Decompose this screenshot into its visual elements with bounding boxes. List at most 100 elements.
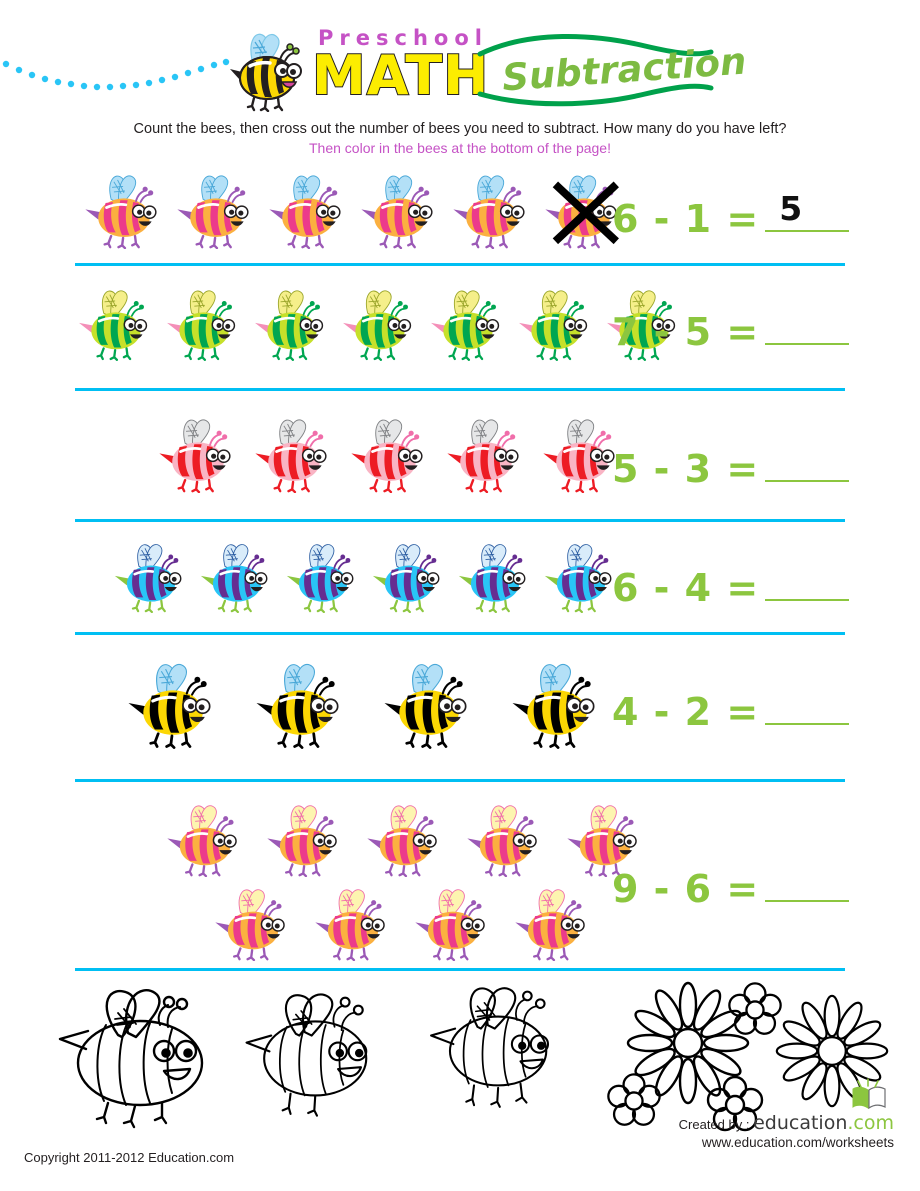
bee-icon [361,175,433,249]
brand-name: education [753,1112,848,1134]
bee-icon [256,663,339,749]
bee-line [120,655,680,754]
equation-text: 9 - 6 = [612,867,760,911]
row-divider [75,519,845,522]
bee[interactable] [248,412,340,498]
bee-icon [431,290,500,361]
answer-blank[interactable]: 5 [765,189,850,232]
bee[interactable] [366,537,452,618]
bee-logo-icon [230,33,302,112]
bee-group [108,537,668,618]
credit-block: Created by : education.com www.education… [679,1078,894,1150]
bee[interactable] [336,283,424,366]
coloring-section [0,975,920,1135]
bee-icon [453,175,525,249]
bee-icon [159,419,231,493]
bee-icon [384,663,467,749]
bee[interactable] [72,283,160,366]
open-book-logo-icon [852,1078,886,1110]
bee[interactable] [160,798,250,882]
bee[interactable] [260,798,350,882]
row-divider [75,779,845,782]
answer-blank[interactable] [765,440,850,482]
equation: 4 - 2 = [612,683,912,734]
answer-blank[interactable] [765,860,850,902]
bee-icon [351,419,423,493]
bee[interactable] [376,655,482,754]
bee-icon [79,290,148,361]
bee-line [78,168,638,254]
bee[interactable] [408,882,498,966]
equation: 6 - 4 = [612,559,912,610]
bee-icon [269,175,341,249]
bee-icon [512,663,595,749]
bee[interactable] [152,412,244,498]
bee[interactable] [194,537,280,618]
bee-group [72,283,676,366]
bee[interactable] [308,882,398,966]
equation-text: 6 - 4 = [612,566,760,610]
bee[interactable] [446,168,538,254]
bee-icon [458,544,526,613]
equation: 9 - 6 = [612,860,912,911]
created-by-line: Created by : education.com [679,1112,894,1134]
bee-icon [177,175,249,249]
worksheet-title: Preschool MATH Subtraction [310,26,748,116]
bee[interactable] [354,168,446,254]
small-flower-outline-icon [607,1073,661,1126]
page-footer: Copyright 2011-2012 Education.com Create… [0,1078,920,1190]
brand-suffix: .com [847,1112,894,1134]
equation-text: 7 - 5 = [612,310,760,354]
bee[interactable] [440,412,532,498]
bee-icon [215,889,285,961]
instruction-line-1: Count the bees, then cross out the numbe… [133,121,787,137]
bee-icon [515,889,585,961]
bee[interactable] [208,882,298,966]
instructions-block: Count the bees, then cross out the numbe… [0,119,920,158]
bee[interactable] [344,412,436,498]
bee[interactable] [424,283,512,366]
bee[interactable] [160,283,248,366]
bee-icon [267,805,337,877]
bee-icon [255,290,324,361]
bee-icon [114,544,182,613]
outline-bee-icon [58,989,204,1129]
small-flower-outline-icon [728,982,782,1035]
bee[interactable] [504,655,610,754]
bee[interactable] [248,655,354,754]
bee[interactable] [248,283,336,366]
bee-icon [167,290,236,361]
bee-icon [367,805,437,877]
instruction-line-2: Then color in the bees at the bottom of … [309,140,611,156]
bee[interactable] [360,798,450,882]
worksheet-url: www.education.com/worksheets [701,1135,894,1150]
bee[interactable] [460,798,550,882]
bee[interactable] [452,537,538,618]
dotted-flight-path-icon [2,58,230,91]
bee-line [72,283,676,366]
bee[interactable] [508,882,598,966]
bee[interactable] [78,168,170,254]
bee-icon [85,175,157,249]
bee[interactable] [262,168,354,254]
bee[interactable] [108,537,194,618]
answer-blank[interactable] [765,683,850,725]
bee-icon [447,419,519,493]
bee[interactable] [170,168,262,254]
created-by-label: Created by : [678,1117,750,1132]
bee[interactable] [280,537,366,618]
equation-text: 4 - 2 = [612,690,760,734]
row-divider [75,968,845,971]
answer-value: 5 [779,189,803,228]
bee-icon [343,290,412,361]
page-header: Preschool MATH Subtraction [0,0,920,120]
answer-blank[interactable] [765,559,850,601]
bee-icon [167,805,237,877]
bee[interactable] [512,283,600,366]
bee[interactable] [120,655,226,754]
equation: 6 - 1 = 5 [612,189,912,241]
title-math: MATH [311,43,490,108]
bee-icon [519,290,588,361]
bee-group [120,655,680,754]
answer-blank[interactable] [765,303,850,345]
